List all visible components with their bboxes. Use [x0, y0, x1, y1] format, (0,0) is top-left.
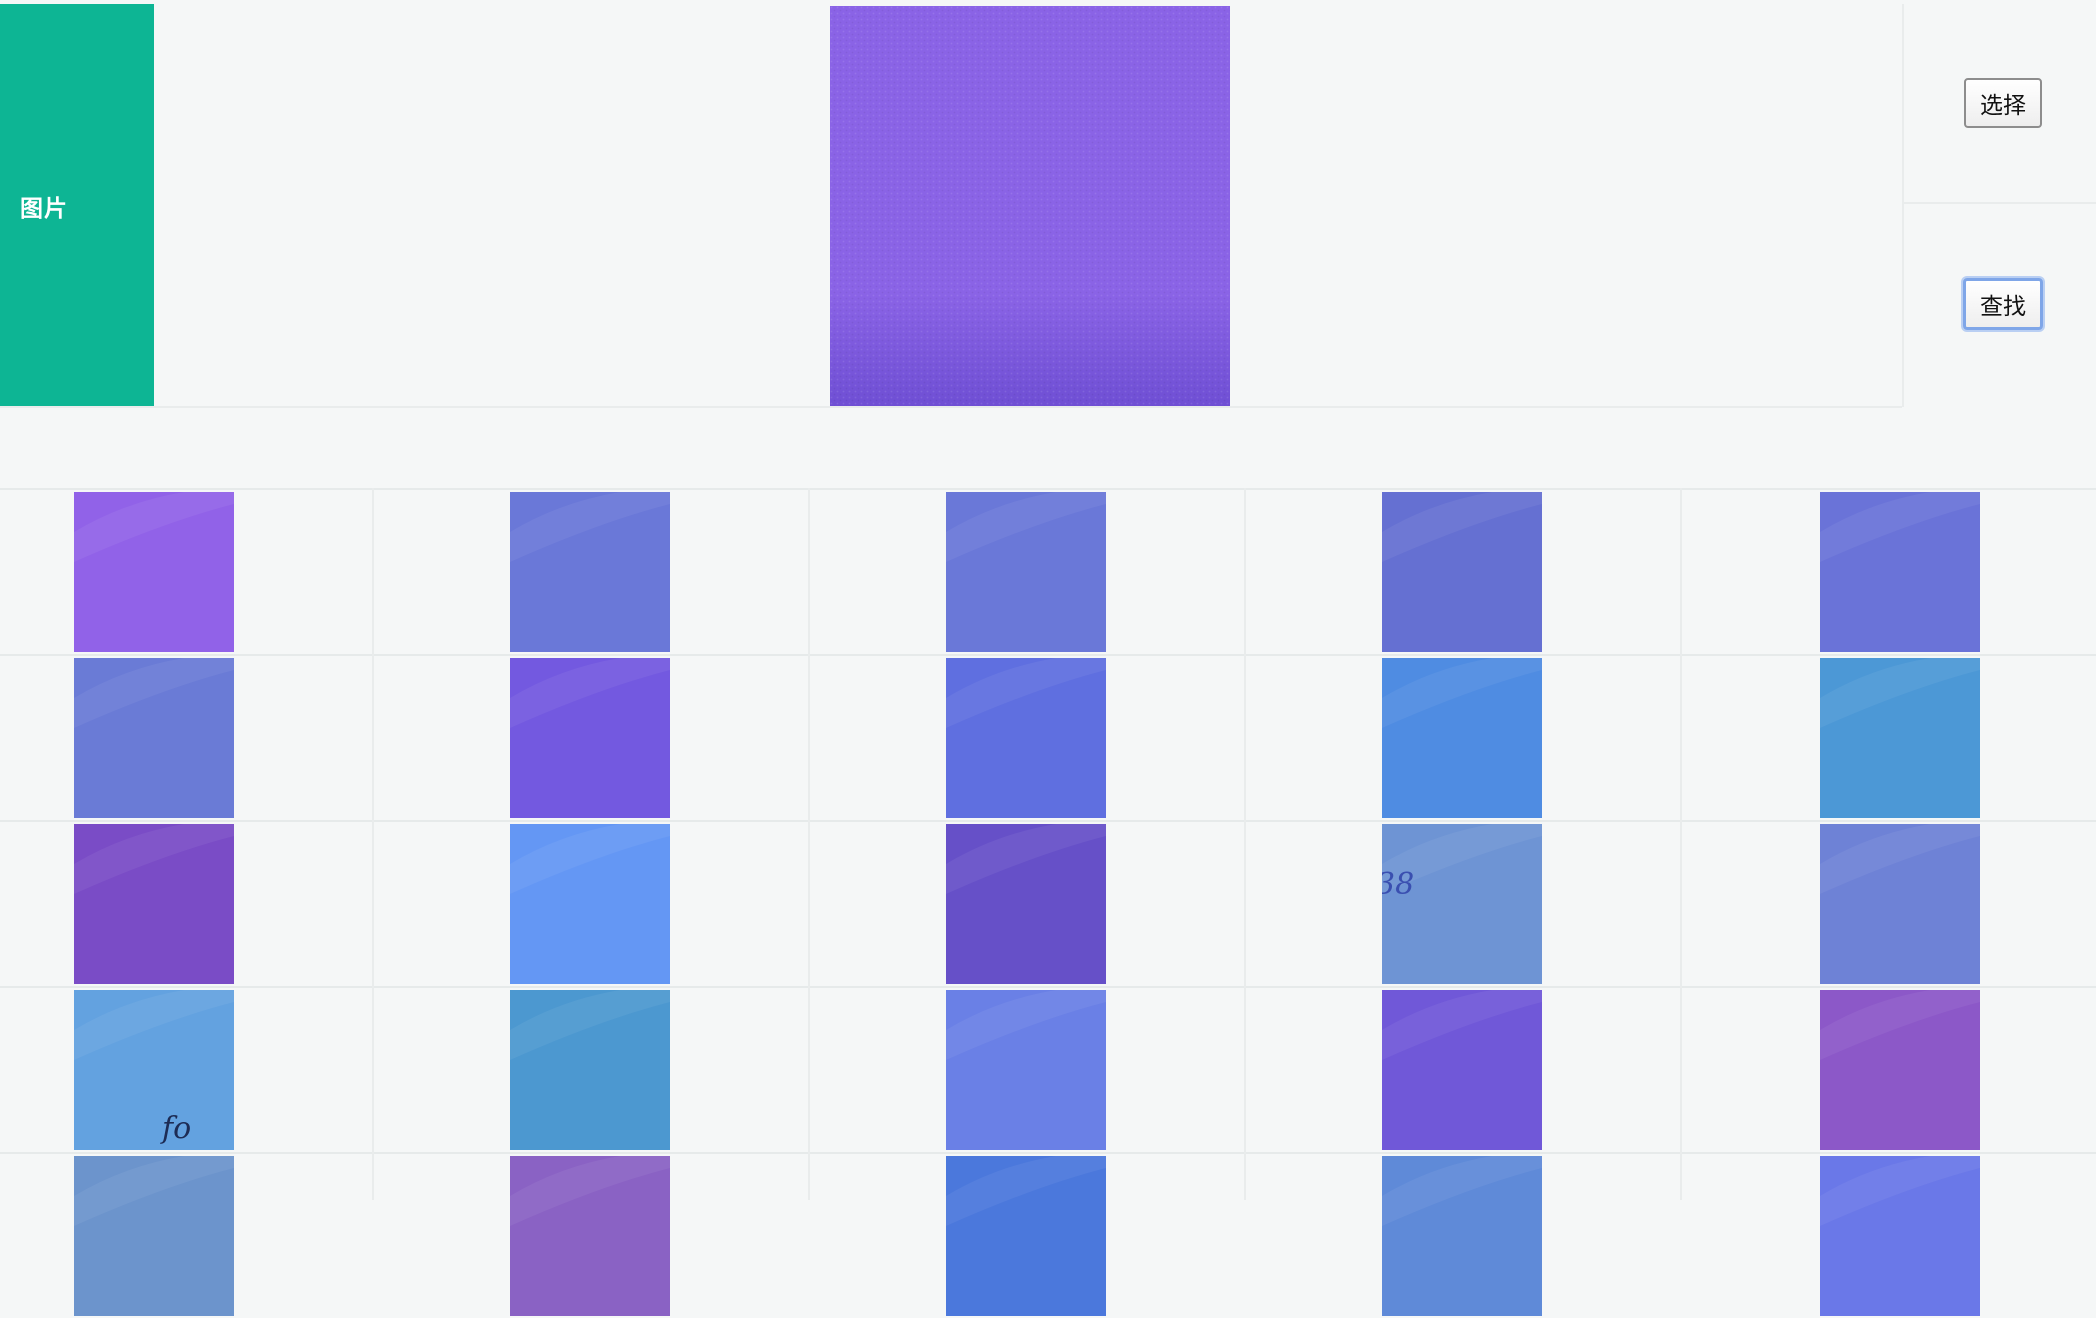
grid-column-divider — [1680, 488, 1682, 1200]
fabric-swatch-icon — [1382, 492, 1542, 652]
result-thumbnail[interactable] — [1382, 492, 1542, 652]
result-thumbnail[interactable] — [1382, 658, 1542, 818]
fabric-swatch-icon — [1820, 492, 1980, 652]
result-thumbnail[interactable] — [74, 658, 234, 818]
fabric-swatch-icon — [1820, 824, 1980, 984]
search-action-slot: 查找 — [1904, 204, 2096, 404]
actions-cell: 选择 查找 — [1902, 4, 2096, 407]
result-thumbnail[interactable] — [1820, 990, 1980, 1150]
result-thumbnail[interactable] — [510, 990, 670, 1150]
result-thumbnail[interactable] — [74, 492, 234, 652]
result-row — [0, 488, 2096, 654]
fabric-swatch-icon — [74, 658, 234, 818]
result-thumbnail[interactable] — [510, 658, 670, 818]
result-thumbnail[interactable] — [1382, 1156, 1542, 1316]
image-field-label-cell: 图片 — [0, 4, 154, 407]
result-row — [0, 654, 2096, 820]
result-thumbnail[interactable] — [1820, 1156, 1980, 1316]
fabric-swatch-icon — [1382, 658, 1542, 818]
fabric-swatch-icon — [510, 824, 670, 984]
fabric-swatch-icon — [946, 1156, 1106, 1316]
swatch-marking: 38 — [1382, 867, 1414, 902]
fabric-swatch-icon — [1382, 1156, 1542, 1316]
result-thumbnail[interactable] — [946, 658, 1106, 818]
fabric-swatch-icon — [946, 492, 1106, 652]
fabric-swatch-icon — [74, 1156, 234, 1316]
result-thumbnail[interactable]: 38 — [1382, 824, 1542, 984]
result-row: 38 — [0, 820, 2096, 986]
grid-column-divider — [1244, 488, 1246, 1200]
fabric-swatch-icon — [510, 492, 670, 652]
fabric-swatch-icon — [510, 658, 670, 818]
grid-column-divider — [372, 488, 374, 1200]
fabric-swatch-icon — [1820, 990, 1980, 1150]
image-preview — [830, 6, 1230, 406]
swatch-marking: fo — [160, 1111, 191, 1146]
result-thumbnail[interactable] — [74, 1156, 234, 1316]
result-thumbnail[interactable] — [510, 824, 670, 984]
search-form: 图片 选择 查找 — [0, 0, 2096, 408]
result-thumbnail[interactable] — [946, 990, 1106, 1150]
fabric-swatch-icon — [1820, 1156, 1980, 1316]
fabric-swatch-icon — [946, 824, 1106, 984]
result-thumbnail[interactable] — [946, 1156, 1106, 1316]
result-thumbnail[interactable] — [1820, 492, 1980, 652]
fabric-swatch-icon: fo — [74, 990, 234, 1150]
results-grid: 38 fo — [0, 488, 2096, 1316]
result-row — [0, 1152, 2096, 1318]
select-action-slot: 选择 — [1904, 4, 2096, 204]
result-thumbnail[interactable] — [510, 1156, 670, 1316]
fabric-swatch-icon — [946, 990, 1106, 1150]
result-thumbnail[interactable] — [510, 492, 670, 652]
select-button[interactable]: 选择 — [1964, 78, 2042, 128]
result-thumbnail[interactable] — [1820, 658, 1980, 818]
fabric-swatch-icon — [946, 658, 1106, 818]
result-thumbnail[interactable] — [1820, 824, 1980, 984]
result-thumbnail[interactable]: fo — [74, 990, 234, 1150]
image-field-label: 图片 — [20, 195, 68, 222]
grid-column-divider — [808, 488, 810, 1200]
fabric-swatch-icon — [510, 990, 670, 1150]
result-thumbnail[interactable] — [1382, 990, 1542, 1150]
image-preview-cell — [154, 4, 1902, 407]
result-thumbnail[interactable] — [946, 492, 1106, 652]
fabric-swatch-icon — [1820, 658, 1980, 818]
result-row: fo — [0, 986, 2096, 1152]
fabric-swatch-icon — [74, 492, 234, 652]
divider — [0, 406, 1902, 408]
fabric-swatch-icon — [1382, 990, 1542, 1150]
search-button[interactable]: 查找 — [1963, 278, 2043, 330]
result-thumbnail[interactable] — [74, 824, 234, 984]
fabric-swatch-icon — [74, 824, 234, 984]
result-thumbnail[interactable] — [946, 824, 1106, 984]
fabric-swatch-icon — [510, 1156, 670, 1316]
fabric-swatch-icon: 38 — [1382, 824, 1542, 984]
